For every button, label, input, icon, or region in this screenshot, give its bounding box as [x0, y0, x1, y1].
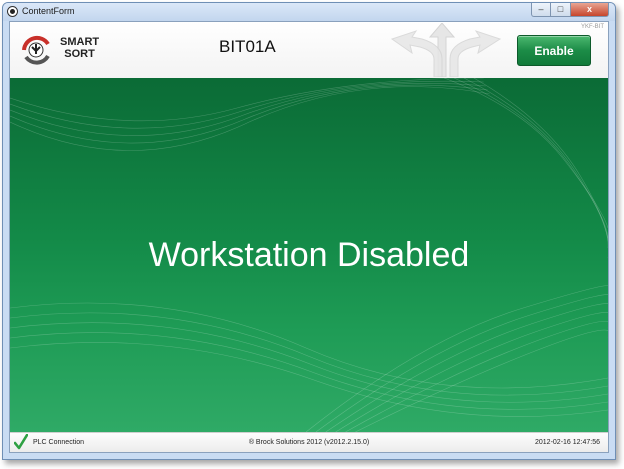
station-code: YKF-BIT	[580, 24, 604, 30]
app-icon[interactable]	[7, 6, 18, 17]
timestamp: 2012-02-16 12:47:56	[535, 439, 600, 446]
status-bar: PLC Connection ® Brock Solutions 2012 (v…	[10, 432, 608, 452]
smart-sort-logo: SMART SORT	[18, 34, 138, 66]
logo-text-line1: SMART	[60, 36, 100, 48]
maximize-button[interactable]: □	[551, 3, 571, 17]
copyright-text: ® Brock Solutions 2012 (v2012.2.15.0)	[248, 439, 370, 446]
window-title: ContentForm	[22, 6, 75, 16]
direction-arrows-icon	[390, 23, 502, 77]
logo-text-line2: SORT	[64, 48, 95, 60]
minimize-button[interactable]: –	[531, 3, 551, 17]
header-bar: SMART SORT BIT01A YKF-BIT Enable	[10, 22, 608, 78]
status-message: Workstation Disabled	[148, 236, 470, 274]
app-window: ContentForm – □ x SMART SORT BIT01A YKF-…	[2, 2, 616, 460]
enable-button[interactable]: Enable	[517, 35, 591, 66]
window-controls: – □ x	[531, 3, 609, 17]
content-area: SMART SORT BIT01A YKF-BIT Enable Worksta…	[9, 21, 609, 453]
status-panel: Workstation Disabled	[10, 78, 608, 432]
title-bar[interactable]: ContentForm – □ x	[3, 3, 615, 21]
smart-sort-logo-icon	[22, 35, 50, 65]
station-title: BIT01A	[219, 37, 276, 56]
logo-text: SMART SORT	[60, 36, 99, 60]
close-button[interactable]: x	[571, 3, 609, 17]
